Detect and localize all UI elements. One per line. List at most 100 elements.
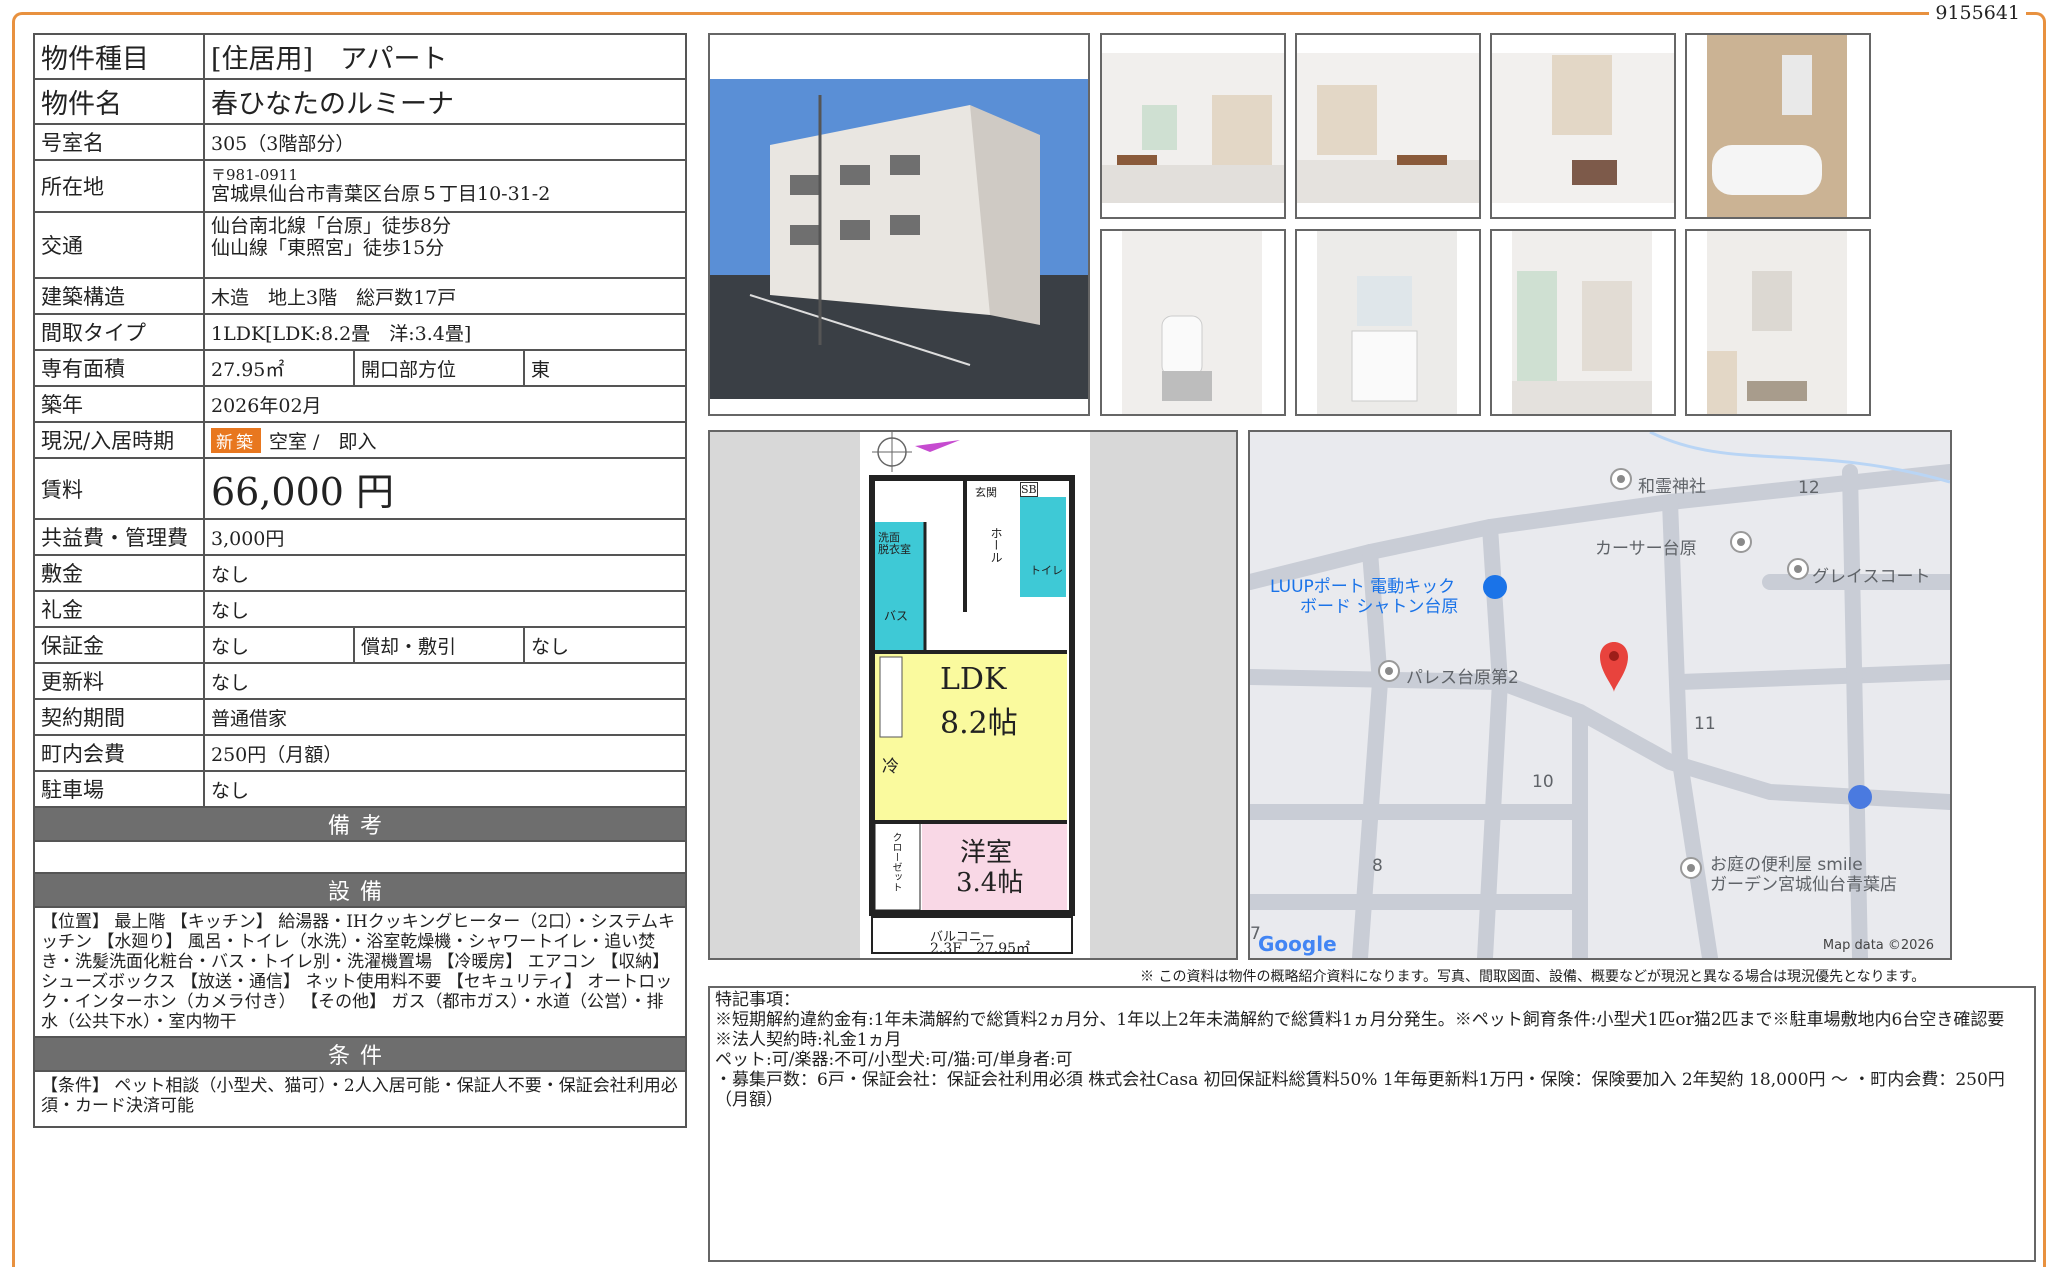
map-block-10: 10	[1532, 772, 1554, 792]
fee-value: 3,000円	[203, 518, 687, 556]
remarks-section-body	[33, 840, 687, 874]
interior-photo-2[interactable]	[1295, 33, 1481, 219]
conditions-text: 【条件】 ペット相談（小型犬、猫可）・2人入居可能・保証人不要・保証会社利用必須…	[33, 1070, 687, 1128]
address-label: 所在地	[33, 159, 205, 213]
toilet-photo-image	[1102, 231, 1284, 414]
exterior-photo[interactable]	[708, 33, 1090, 416]
toilet-photo[interactable]	[1100, 229, 1286, 416]
area-label: 専有面積	[33, 349, 205, 387]
spec-row-keymoney: 礼金 なし	[33, 590, 687, 628]
amort-value: なし	[523, 626, 687, 664]
floor-plan-drawing: 玄関 SB ホール トイレ 洗面 脱衣室 バス LDK 8.2帖 冷 洋室 3.…	[860, 432, 1090, 958]
fp-sb: SB	[1020, 482, 1038, 497]
remarks-title: 特記事項：	[715, 990, 800, 1010]
spec-row-rent: 賃料 66,000 円	[33, 457, 687, 520]
map-copyright: Map data ©2026	[1822, 938, 1934, 953]
address-cell: 〒981-0911 宮城県仙台市青葉区台原５丁目10-31-2	[203, 159, 687, 213]
map-block-8: 8	[1372, 856, 1383, 876]
renewal-value: なし	[203, 662, 687, 700]
address-value: 宮城県仙台市青葉区台原５丁目10-31-2	[211, 182, 551, 205]
built-value: 2026年02月	[203, 385, 687, 423]
fp-toilet: トイレ	[1030, 564, 1063, 577]
grace-pin-icon	[1787, 558, 1809, 580]
hallway-photo[interactable]	[1490, 229, 1676, 416]
direction-label: 開口部方位	[353, 349, 525, 387]
remarks-line-3: ・募集戸数：6戸・保証会社：保証会社利用必須 株式会社Casa 初回保証料総賃料…	[715, 1070, 2005, 1110]
map-label-palace: パレス台原第2	[1406, 668, 1519, 688]
type-label: 物件種目	[33, 33, 205, 80]
spec-row-area: 専有面積 27.95㎡ 開口部方位 東	[33, 349, 687, 387]
map-label-grace: グレイスコート	[1812, 567, 1931, 587]
spec-row-type: 物件種目 [住居用] アパート	[33, 33, 687, 80]
map-block-12: 12	[1798, 478, 1820, 498]
layout-value: 1LDK[LDK:8.2畳 洋:3.4畳]	[203, 313, 687, 351]
fp-bath: バス	[884, 609, 909, 623]
floor-plan: 玄関 SB ホール トイレ 洗面 脱衣室 バス LDK 8.2帖 冷 洋室 3.…	[708, 430, 1238, 960]
bathroom-photo[interactable]	[1685, 33, 1871, 219]
fp-hall: ホール	[989, 527, 1003, 563]
renewal-label: 更新料	[33, 662, 205, 700]
fee-label: 共益費・管理費	[33, 518, 205, 556]
spec-row-layout: 間取タイプ 1LDK[LDK:8.2畳 洋:3.4畳]	[33, 313, 687, 351]
spec-row-status: 現況/入居時期 新築 空室 / 即入	[33, 421, 687, 459]
keymoney-label: 礼金	[33, 590, 205, 628]
interior-photo-1-image	[1102, 35, 1284, 217]
spec-row-parking: 駐車場 なし	[33, 770, 687, 808]
remarks-section-header: 備考	[33, 806, 687, 842]
fp-fridge: 冷	[882, 757, 899, 777]
remarks-line-1: ※短期解約違約金有:1年未満解約で総賃料2ヵ月分、1年以上2年未満解約で総賃料1…	[715, 1010, 2022, 1050]
location-map[interactable]: 和霊神社 カーサー台原 グレイスコート LUUPポート 電動キック ボード シャ…	[1248, 430, 1952, 960]
property-spec-table: 物件種目 [住居用] アパート 物件名 春ひなたのルミーナ 号室名 305（3階…	[33, 33, 687, 1128]
fp-ldk: LDK	[940, 662, 1007, 697]
parking-label: 駐車場	[33, 770, 205, 808]
interior-photo-1[interactable]	[1100, 33, 1286, 219]
room-value: 305（3階部分）	[203, 123, 687, 161]
contract-label: 契約期間	[33, 698, 205, 736]
room-label: 号室名	[33, 123, 205, 161]
spec-row-name: 物件名 春ひなたのルミーナ	[33, 78, 687, 125]
spec-row-fee: 共益費・管理費 3,000円	[33, 518, 687, 556]
type-value: [住居用] アパート	[203, 33, 687, 80]
amort-label: 償却・敷引	[353, 626, 525, 664]
remarks-line-2: ペット:可/楽器:不可/小型犬:可/猫:可/単身者:可	[715, 1050, 1073, 1070]
community-label: 町内会費	[33, 734, 205, 772]
casa-pin-icon	[1730, 531, 1752, 553]
built-label: 築年	[33, 385, 205, 423]
spec-row-deposit: 敷金 なし	[33, 554, 687, 592]
access-line-1: 仙台南北線「台原」徒歩8分	[211, 215, 452, 237]
layout-label: 間取タイプ	[33, 313, 205, 351]
garden-pin-icon	[1680, 857, 1702, 879]
shrine-pin-icon	[1610, 468, 1632, 490]
direction-value: 東	[523, 349, 687, 387]
deposit-value: なし	[203, 554, 687, 592]
access-cell: 仙台南北線「台原」徒歩8分 仙山線「東照宮」徒歩15分	[203, 211, 687, 279]
new-build-badge: 新築	[211, 427, 261, 453]
status-label: 現況/入居時期	[33, 421, 205, 459]
rent-value: 66,000 円	[203, 457, 687, 520]
parking-value: なし	[203, 770, 687, 808]
status-cell: 新築 空室 / 即入	[203, 421, 687, 459]
hallway-photo-image	[1492, 231, 1674, 414]
conditions-section-header: 条件	[33, 1036, 687, 1072]
spec-row-renewal: 更新料 なし	[33, 662, 687, 700]
name-value: 春ひなたのルミーナ	[203, 78, 687, 125]
fp-ldk-size: 8.2帖	[940, 706, 1018, 741]
google-logo: Google	[1258, 932, 1337, 956]
washroom-photo[interactable]	[1295, 229, 1481, 416]
postal-code: 〒981-0911	[211, 165, 298, 184]
area-value: 27.95㎡	[203, 349, 355, 387]
exterior-photo-image	[710, 35, 1088, 414]
spec-row-address: 所在地 〒981-0911 宮城県仙台市青葉区台原５丁目10-31-2	[33, 159, 687, 213]
entrance-photo[interactable]	[1685, 229, 1871, 416]
name-label: 物件名	[33, 78, 205, 125]
interior-photo-3-image	[1492, 35, 1674, 217]
washroom-photo-image	[1297, 231, 1479, 414]
status-value: 空室 / 即入	[269, 430, 377, 453]
spec-row-room: 号室名 305（3階部分）	[33, 123, 687, 161]
spec-row-guarantee: 保証金 なし 償却・敷引 なし	[33, 626, 687, 664]
deposit-label: 敷金	[33, 554, 205, 592]
interior-photo-3[interactable]	[1490, 33, 1676, 219]
equipment-text: 【位置】 最上階 【キッチン】 給湯器・IHクッキングヒーター（2口）・システム…	[33, 906, 687, 1038]
guarantee-value: なし	[203, 626, 355, 664]
fp-western-size: 3.4帖	[956, 868, 1024, 898]
